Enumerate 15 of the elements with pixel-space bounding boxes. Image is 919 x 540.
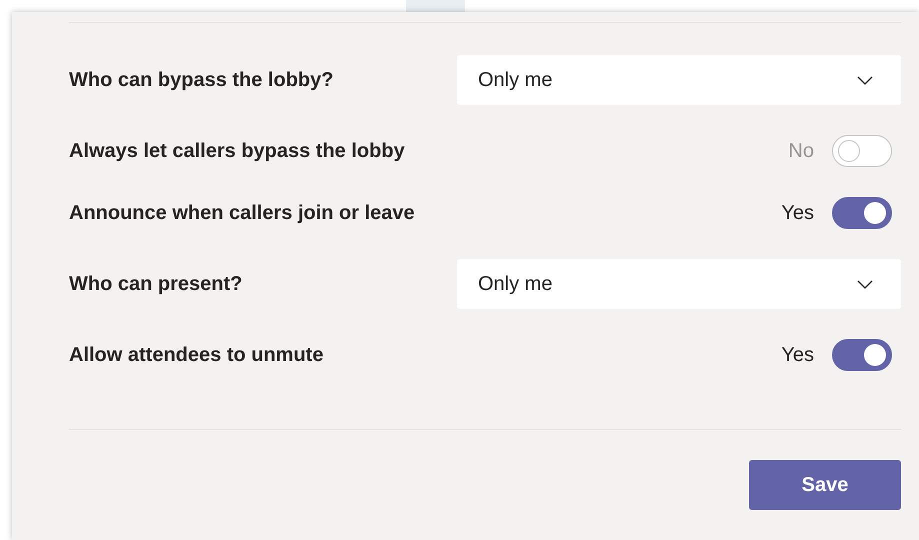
dropdown-field[interactable]: Only me [457, 259, 901, 309]
toggle-switch[interactable] [832, 339, 892, 371]
setting-label: Announce when callers join or leave [69, 202, 415, 224]
setting-label: Who can present? [69, 272, 242, 296]
dropdown-field[interactable]: Only me [457, 55, 901, 105]
chevron-down-icon [857, 76, 873, 84]
toggle-state-text: Yes [781, 202, 814, 224]
toggle-state-text: Yes [781, 344, 814, 366]
toggle-switch[interactable] [832, 197, 892, 229]
setting-label: Who can bypass the lobby? [69, 68, 334, 92]
chevron-down-icon [857, 280, 873, 288]
setting-label: Always let callers bypass the lobby [69, 140, 405, 162]
toggle-state-text: No [788, 140, 814, 162]
setting-label: Allow attendees to unmute [69, 344, 324, 366]
save-button[interactable]: Save [749, 460, 901, 510]
